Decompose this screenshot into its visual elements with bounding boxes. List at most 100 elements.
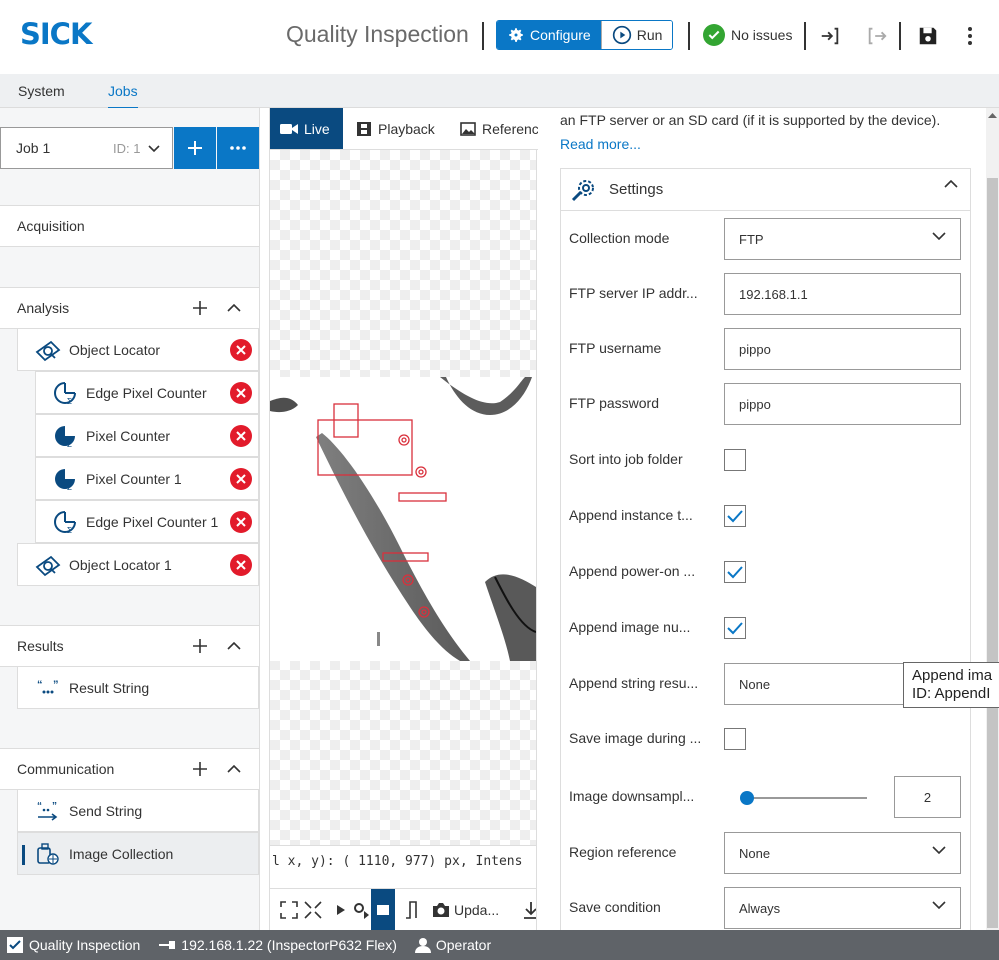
pixel-info-readout: l x, y): ( 1110, 977) px, Intens [270, 845, 536, 877]
error-icon [230, 468, 252, 490]
trigger-mode-button[interactable] [371, 889, 395, 930]
chevron-down-icon [148, 144, 160, 152]
append-image-number-checkbox[interactable] [724, 617, 746, 639]
status-device[interactable]: 192.168.1.22 (InspectorP632 Flex) [158, 937, 397, 953]
login-icon[interactable] [818, 24, 842, 48]
downsampling-input[interactable]: 2 [894, 776, 961, 818]
film-icon [357, 122, 371, 136]
plus-icon [188, 141, 202, 155]
tree-item-send-string[interactable]: “” Send String [17, 789, 259, 832]
pulse-icon[interactable] [402, 899, 424, 921]
sort-job-folder-checkbox[interactable] [724, 449, 746, 471]
add-communication-icon[interactable] [190, 759, 210, 779]
play-icon[interactable] [330, 899, 352, 921]
tree-item-object-locator-1[interactable]: Object Locator 1 [17, 543, 259, 586]
error-icon [230, 511, 252, 533]
append-power-on-checkbox[interactable] [724, 561, 746, 583]
job-select[interactable]: Job 1 ID: 1 [0, 127, 173, 169]
camera-image[interactable] [270, 377, 537, 661]
ftp-ip-input[interactable]: 192.168.1.1 [724, 273, 961, 315]
tree-item-image-collection[interactable]: Image Collection [17, 832, 259, 875]
ftp-password-input[interactable]: pippo [724, 383, 961, 425]
viewer-toolbar: Upda... [270, 888, 536, 930]
row-image-downsampling: Image downsampl... 2 [561, 770, 970, 826]
field-label: Save condition [569, 899, 661, 915]
chevron-up-icon [944, 180, 958, 188]
status-label: No issues [731, 27, 793, 43]
svg-text:“: “ [37, 801, 42, 812]
tree-item-edge-pixel-counter[interactable]: Σ Edge Pixel Counter [35, 371, 259, 414]
downsampling-slider-thumb[interactable] [740, 791, 754, 805]
tab-reference[interactable]: Reference [450, 108, 538, 149]
app-title: Quality Inspection [286, 21, 469, 47]
svg-text:”: ” [52, 801, 57, 812]
field-label: Collection mode [569, 230, 670, 246]
read-more-link[interactable]: Read more... [560, 136, 641, 152]
configure-label: Configure [530, 27, 591, 43]
logout-icon[interactable] [865, 24, 889, 48]
tab-jobs[interactable]: Jobs [108, 83, 138, 110]
camera-snapshot-icon[interactable] [430, 899, 452, 921]
zoom-100-icon[interactable] [302, 899, 324, 921]
row-ftp-ip: FTP server IP addr... 192.168.1.1 [561, 267, 970, 323]
gear-play-icon[interactable] [350, 899, 372, 921]
checkmark-icon [727, 510, 743, 523]
tree-item-result-string[interactable]: “” Result String [17, 666, 259, 709]
fit-to-screen-icon[interactable] [278, 899, 300, 921]
tab-label: Playback [378, 121, 435, 137]
collapse-chevron-up-icon[interactable] [224, 298, 244, 318]
status-app[interactable]: Quality Inspection [6, 936, 140, 954]
field-label: FTP server IP addr... [569, 285, 698, 301]
configure-button[interactable]: Configure [497, 21, 601, 49]
scrollbar-thumb[interactable] [987, 178, 998, 928]
tab-live[interactable]: Live [270, 108, 343, 149]
collapse-chevron-up-icon[interactable] [224, 636, 244, 656]
send-string-icon: “” [35, 798, 61, 824]
tree-item-label: Object Locator [69, 341, 161, 358]
downsampling-slider-track[interactable] [747, 797, 867, 799]
settings-scrollbar[interactable] [986, 108, 999, 930]
section-acquisition[interactable]: Acquisition [0, 205, 259, 247]
add-result-icon[interactable] [190, 636, 210, 656]
svg-text:Σ: Σ [67, 483, 72, 491]
tree-item-edge-pixel-counter-1[interactable]: Σ Edge Pixel Counter 1 [35, 500, 259, 543]
save-image-checkbox[interactable] [724, 728, 746, 750]
tree-item-label: Edge Pixel Counter [86, 384, 207, 401]
collection-mode-select[interactable]: FTP [724, 218, 961, 260]
mode-switch: Configure Run [496, 20, 674, 50]
tooltip-line: Append ima [912, 667, 993, 684]
chevron-down-icon [932, 846, 946, 854]
svg-text:Σ: Σ [67, 526, 72, 534]
section-title: Analysis [17, 300, 70, 316]
tree-item-pixel-counter[interactable]: Σ Pixel Counter [35, 414, 259, 457]
tree-item-pixel-counter-1[interactable]: Σ Pixel Counter 1 [35, 457, 259, 500]
row-save-condition: Save condition Always [561, 881, 970, 937]
job-more-button[interactable] [217, 127, 259, 169]
download-icon[interactable] [520, 899, 536, 921]
settings-card-header[interactable]: Settings [561, 169, 970, 211]
more-vertical-icon[interactable] [958, 24, 982, 48]
object-locator-icon [35, 337, 61, 363]
tab-system[interactable]: System [18, 83, 65, 99]
field-label: Append image nu... [569, 619, 691, 635]
job-name: Job 1 [16, 140, 51, 156]
status-user[interactable]: Operator [414, 937, 491, 953]
add-analysis-icon[interactable] [190, 298, 210, 318]
save-condition-select[interactable]: Always [724, 887, 961, 929]
save-icon[interactable] [916, 24, 940, 48]
settings-card: Settings Collection mode FTP FTP server … [560, 168, 971, 938]
error-icon [230, 339, 252, 361]
update-label[interactable]: Upda... [454, 899, 504, 921]
run-button[interactable]: Run [600, 21, 673, 49]
append-instance-checkbox[interactable] [724, 505, 746, 527]
region-reference-select[interactable]: None [724, 832, 961, 874]
ftp-username-input[interactable]: pippo [724, 328, 961, 370]
tree-item-object-locator[interactable]: Object Locator [17, 328, 259, 371]
status-indicator[interactable]: No issues [703, 24, 792, 46]
roi-marker [398, 434, 410, 446]
collapse-chevron-up-icon[interactable] [224, 759, 244, 779]
scroll-up-icon[interactable] [988, 112, 997, 118]
tab-playback[interactable]: Playback [346, 108, 445, 149]
add-job-button[interactable] [174, 127, 216, 169]
play-circle-icon [612, 25, 631, 45]
